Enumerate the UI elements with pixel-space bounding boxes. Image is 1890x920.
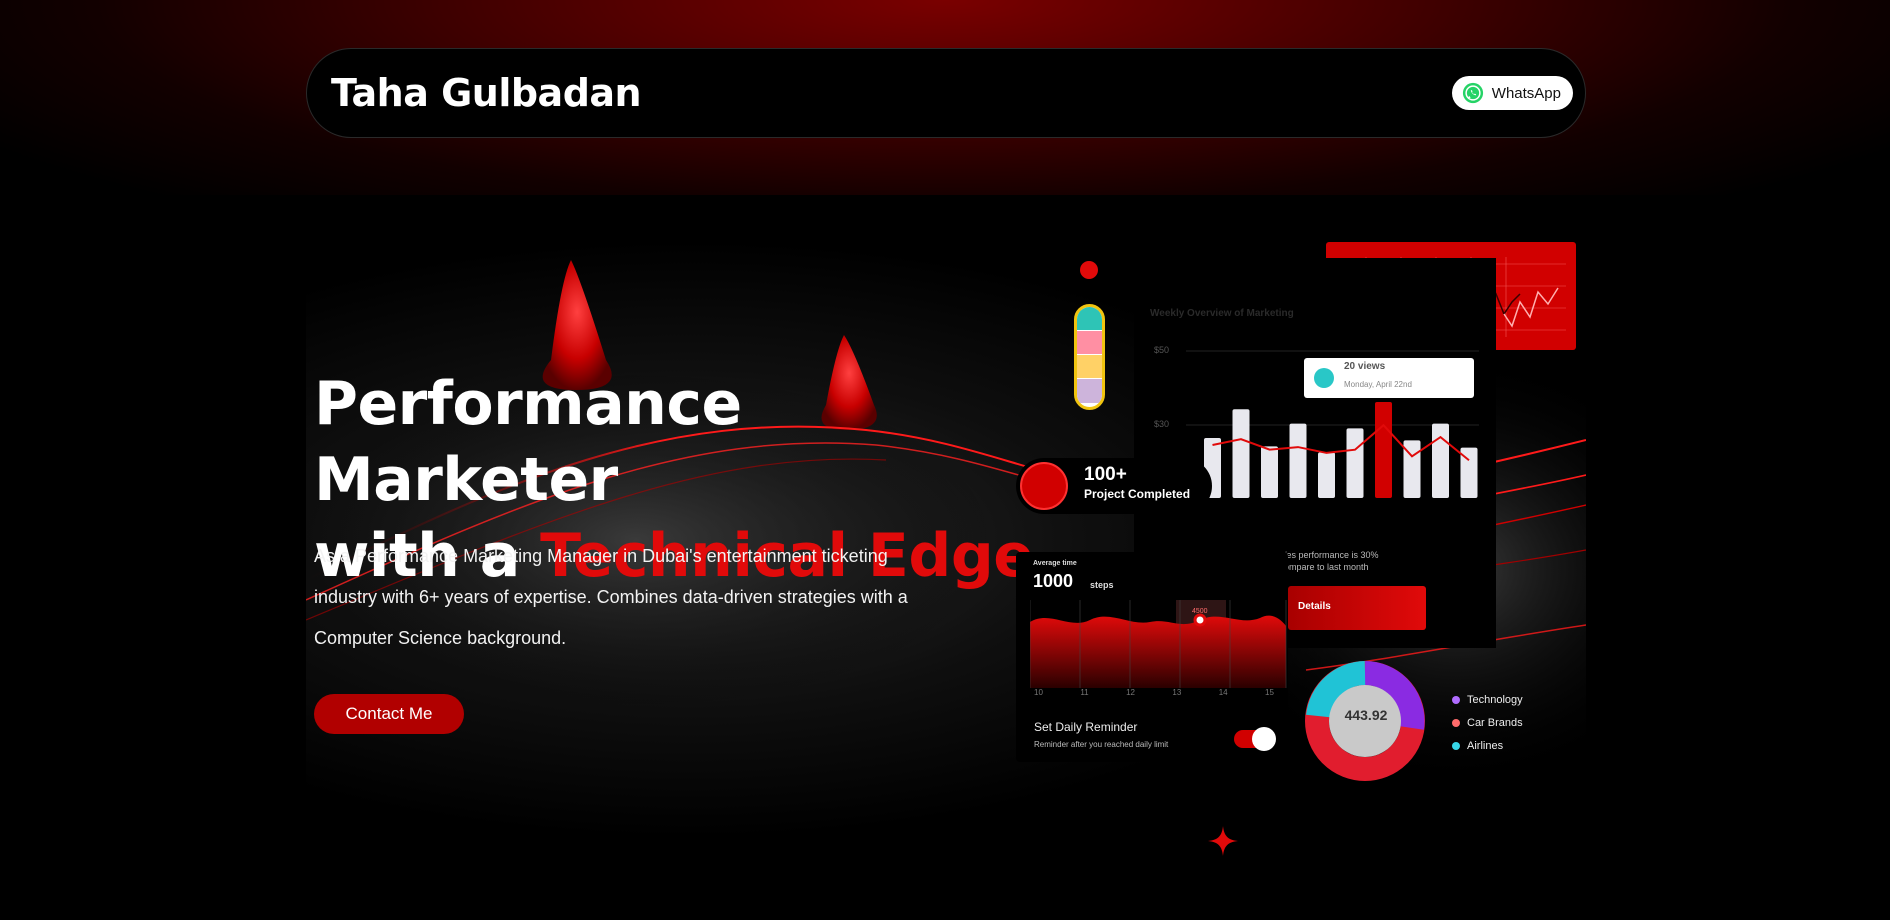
x-label: 14 [1218,688,1228,697]
avatar [1077,331,1102,355]
steps-marker-label: 4500 [1192,608,1208,615]
headline-line-1: Performance Marketer [314,369,742,515]
whatsapp-label: WhatsApp [1491,84,1561,102]
views-tooltip: 20 views Monday, April 22nd [1304,358,1474,398]
legend-dot [1452,741,1460,750]
reminder-toggle[interactable] [1234,727,1276,751]
steps-unit: steps [1090,580,1114,590]
tooltip-views: 20 views [1344,361,1386,372]
avatar-stack [1074,304,1105,410]
x-label: 10 [1034,688,1043,697]
navbar: Taha Gulbadan WhatsApp [306,48,1586,138]
legend-label: Technology [1467,693,1523,706]
details-button[interactable]: Details [1288,586,1426,630]
reminder-title: Set Daily Reminder [1034,720,1138,734]
avatar [1077,307,1102,331]
perf-line-1: /es performance is 30% [1284,550,1379,560]
bar [1318,452,1335,498]
x-label: 12 [1126,688,1135,697]
donut-legend: Technology Car Brands Airlines [1452,688,1523,757]
steps-marker [1193,613,1207,627]
steps-value: 1000 [1033,571,1074,591]
hero-description: As a Performance Marketing Manager in Du… [314,546,908,648]
x-label: 13 [1172,688,1182,697]
brand-name[interactable]: Taha Gulbadan [331,71,642,115]
projects-count: 100+ [1084,464,1127,485]
avatar [1077,355,1102,379]
x-label: 11 [1080,688,1089,697]
bar [1432,423,1449,498]
bar [1232,409,1250,498]
whatsapp-button[interactable]: WhatsApp [1451,76,1573,110]
tooltip-date: Monday, April 22nd [1344,380,1412,389]
user-icon [1020,462,1068,510]
legend-label: Airlines [1467,739,1504,752]
legend-item: Car Brands [1452,711,1523,734]
toggle-knob [1252,727,1276,751]
legend-dot [1452,718,1460,727]
avatar [1077,379,1102,403]
steps-area-chart [1030,600,1287,688]
pin-icon [1080,261,1098,279]
sparkle-icon [1208,826,1238,856]
bar [1289,423,1307,498]
whatsapp-icon [1462,82,1483,104]
legend-item: Airlines [1452,734,1523,757]
reminder-subtitle: Reminder after you reached daily limit [1034,740,1169,749]
bar [1261,446,1278,498]
donut-value: 443.92 [1344,707,1388,723]
legend-dot [1452,695,1460,704]
smiley-icon [1314,368,1334,388]
steps-card: Average time 1000 steps 4500 10 11 12 13… [1016,552,1288,762]
contact-me-button[interactable]: Contact Me [314,694,464,734]
legend-item: Technology [1452,688,1523,711]
bar [1346,428,1364,498]
x-label: 15 [1265,688,1274,697]
details-label: Details [1298,601,1331,612]
steps-caption: Average time [1033,560,1077,567]
bar [1375,402,1392,498]
perf-line-2: ompare to last month [1284,562,1369,572]
projects-badge: 100+ Project Completed [1016,458,1212,514]
steps-x-axis: 10 11 12 13 14 15 [1034,688,1274,697]
legend-label: Car Brands [1467,716,1523,729]
projects-label: Project Completed [1084,487,1191,501]
